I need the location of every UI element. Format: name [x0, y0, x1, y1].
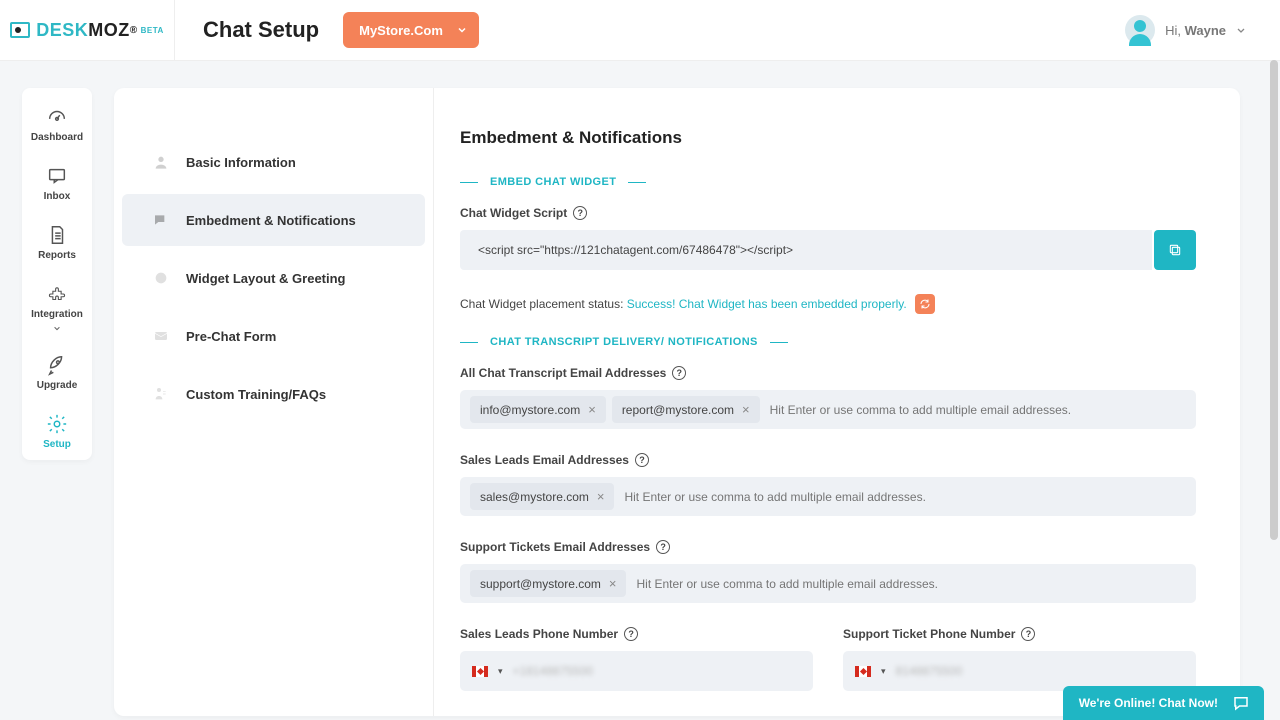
- subnav-embedment[interactable]: Embedment & Notifications: [122, 194, 425, 246]
- main-panel: Basic Information Embedment & Notificati…: [114, 88, 1240, 716]
- flag-canada-icon: [855, 666, 871, 677]
- remove-tag-icon[interactable]: ×: [588, 402, 596, 417]
- help-icon[interactable]: ?: [1021, 627, 1035, 641]
- support-phone-label: Support Ticket Phone Number?: [843, 627, 1196, 641]
- sales-phone-label: Sales Leads Phone Number?: [460, 627, 813, 641]
- puzzle-icon: [46, 283, 68, 305]
- refresh-status-button[interactable]: [915, 294, 935, 314]
- email-tag: info@mystore.com×: [470, 396, 606, 423]
- subnav-faq[interactable]: Custom Training/FAQs: [122, 368, 425, 420]
- nav-reports[interactable]: Reports: [38, 224, 76, 261]
- help-icon[interactable]: ?: [656, 540, 670, 554]
- script-label: Chat Widget Script ?: [460, 206, 1196, 220]
- mail-icon: [152, 327, 170, 345]
- help-icon[interactable]: ?: [635, 453, 649, 467]
- embed-icon: [152, 211, 170, 229]
- chevron-down-icon: [53, 324, 61, 332]
- document-icon: [46, 224, 68, 246]
- topbar: DESKMOZ®BETA Chat Setup MyStore.Com Hi, …: [0, 0, 1280, 61]
- placement-status: Chat Widget placement status: Success! C…: [460, 294, 1196, 314]
- sales-email-input[interactable]: sales@mystore.com×: [460, 477, 1196, 516]
- sales-phone-input[interactable]: ▾ +18148875500: [460, 651, 813, 691]
- script-row: <script src="https://121chatagent.com/67…: [460, 230, 1196, 270]
- avatar-icon: [1125, 15, 1155, 45]
- live-chat-widget[interactable]: We're Online! Chat Now!: [1063, 686, 1264, 720]
- section-transcript-header: CHAT TRANSCRIPT DELIVERY/ NOTIFICATIONS: [460, 336, 1196, 348]
- remove-tag-icon[interactable]: ×: [597, 489, 605, 504]
- nav-setup[interactable]: Setup: [43, 413, 71, 450]
- logo[interactable]: DESKMOZ®BETA: [0, 0, 175, 60]
- help-icon[interactable]: ?: [573, 206, 587, 220]
- scrollbar[interactable]: [1270, 0, 1278, 720]
- palette-icon: [152, 269, 170, 287]
- logo-icon: [10, 22, 30, 38]
- sidebar-rail: Dashboard Inbox Reports Integration Upgr…: [22, 88, 92, 460]
- support-phone-input[interactable]: ▾ 8148875500: [843, 651, 1196, 691]
- remove-tag-icon[interactable]: ×: [742, 402, 750, 417]
- content-area: Embedment & Notifications EMBED CHAT WID…: [434, 88, 1240, 716]
- page-title: Chat Setup: [203, 17, 319, 43]
- chevron-down-icon[interactable]: ▾: [881, 666, 886, 677]
- all-transcript-input[interactable]: info@mystore.com× report@mystore.com×: [460, 390, 1196, 429]
- copy-icon: [1167, 242, 1183, 258]
- email-tag: report@mystore.com×: [612, 396, 760, 423]
- all-transcript-label: All Chat Transcript Email Addresses?: [460, 366, 1196, 380]
- nav-upgrade[interactable]: Upgrade: [37, 354, 78, 391]
- email-input[interactable]: [620, 484, 1186, 510]
- content-heading: Embedment & Notifications: [460, 128, 1196, 148]
- help-icon[interactable]: ?: [672, 366, 686, 380]
- scrollbar-thumb[interactable]: [1270, 60, 1278, 540]
- flag-canada-icon: [472, 666, 488, 677]
- rocket-icon: [46, 354, 68, 376]
- chevron-down-icon: [457, 23, 467, 38]
- user-menu[interactable]: Hi, Wayne: [1125, 15, 1280, 45]
- chat-bubble-icon: [1232, 694, 1250, 712]
- chevron-down-icon[interactable]: ▾: [498, 666, 503, 677]
- nav-inbox[interactable]: Inbox: [44, 165, 71, 202]
- gauge-icon: [46, 106, 68, 128]
- email-tag: sales@mystore.com×: [470, 483, 614, 510]
- subnav-widget-layout[interactable]: Widget Layout & Greeting: [122, 252, 425, 304]
- training-icon: [152, 385, 170, 403]
- nav-integration[interactable]: Integration: [31, 283, 83, 332]
- chat-icon: [46, 165, 68, 187]
- subnav-basic-info[interactable]: Basic Information: [122, 136, 425, 188]
- chevron-down-icon: [1236, 25, 1246, 35]
- gear-icon: [46, 413, 68, 435]
- refresh-icon: [919, 298, 931, 310]
- remove-tag-icon[interactable]: ×: [609, 576, 617, 591]
- person-icon: [152, 153, 170, 171]
- help-icon[interactable]: ?: [624, 627, 638, 641]
- support-email-input[interactable]: support@mystore.com×: [460, 564, 1196, 603]
- nav-dashboard[interactable]: Dashboard: [31, 106, 83, 143]
- logo-text: DESKMOZ®BETA: [10, 20, 164, 41]
- support-email-label: Support Tickets Email Addresses?: [460, 540, 1196, 554]
- email-input[interactable]: [766, 397, 1186, 423]
- setup-subnav: Basic Information Embedment & Notificati…: [114, 88, 434, 716]
- copy-script-button[interactable]: [1154, 230, 1196, 270]
- subnav-prechat[interactable]: Pre-Chat Form: [122, 310, 425, 362]
- greeting: Hi, Wayne: [1165, 23, 1226, 38]
- email-tag: support@mystore.com×: [470, 570, 626, 597]
- site-selector[interactable]: MyStore.Com: [343, 12, 479, 48]
- sales-email-label: Sales Leads Email Addresses?: [460, 453, 1196, 467]
- script-value[interactable]: <script src="https://121chatagent.com/67…: [460, 230, 1152, 270]
- email-input[interactable]: [632, 571, 1186, 597]
- section-embed-header: EMBED CHAT WIDGET: [460, 176, 1196, 188]
